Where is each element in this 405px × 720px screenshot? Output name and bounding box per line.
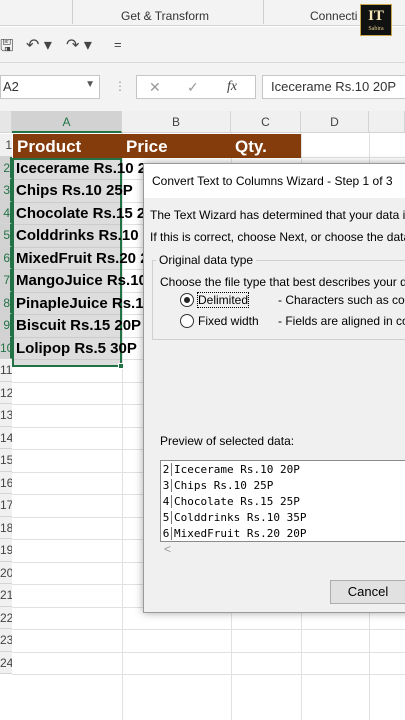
column-header-d[interactable]: D [301, 111, 369, 133]
gridline [12, 629, 405, 630]
preview-line: 6 MixedFruit Rs.20 20P [161, 527, 307, 541]
formula-bar: A2 ▼ ⋮ ✕ ✓ fx Icecerame Rs.10 20P [0, 63, 405, 111]
choose-file-type-label: Choose the file type that best describes… [160, 275, 405, 289]
preview-line-number: 5 [161, 511, 172, 524]
wizard-message-line-1: The Text Wizard has determined that your… [150, 208, 405, 222]
enter-icon[interactable]: ✓ [187, 79, 199, 96]
cell-a3[interactable]: Chips Rs.10 25P [13, 179, 136, 202]
ribbon-separator [72, 0, 73, 24]
row-header[interactable]: 19 [0, 539, 12, 562]
preview-line-number: 3 [161, 479, 172, 492]
gridline [12, 651, 405, 653]
cancel-icon[interactable]: ✕ [149, 79, 161, 96]
undo-button[interactable]: ↶ ▾ [26, 35, 52, 55]
column-header-c[interactable]: C [231, 111, 301, 133]
chevron-down-icon[interactable]: ▼ [85, 79, 95, 90]
ribbon-group-get-transform: Get & Transform [121, 9, 210, 23]
formula-buttons: ✕ ✓ fx [136, 75, 256, 99]
row-header[interactable]: 18 [0, 516, 12, 539]
preview-line: 3 Chips Rs.10 25P [161, 479, 273, 495]
row-header[interactable]: 16 [0, 471, 12, 494]
preview-data-box[interactable]: 2 Icecerame Rs.10 20P 3 Chips Rs.10 25P 4 Cho… [160, 460, 405, 542]
row-header[interactable]: 3 [0, 179, 12, 202]
row-header[interactable]: 12 [0, 381, 12, 404]
fixed-width-label[interactable]: Fixed width [198, 314, 259, 328]
cell-a9[interactable]: Biscuit Rs.15 20P [13, 314, 144, 337]
preview-label: Preview of selected data: [160, 434, 295, 448]
text-to-columns-dialog: Convert Text to Columns Wizard - Step 1 … [143, 163, 405, 613]
excel-window: { "ribbon": { "group_left": "Get & Trans… [0, 0, 405, 720]
preview-line-text: Icecerame Rs.10 20P [174, 463, 300, 476]
redo-button[interactable]: ↷ ▾ [66, 35, 92, 55]
name-box[interactable]: A2 ▼ [0, 75, 100, 99]
scroll-left-icon[interactable]: < [164, 542, 171, 556]
row-header[interactable]: 5 [0, 224, 12, 247]
row-header[interactable]: 11 [0, 359, 12, 382]
quick-access-toolbar: 🖫 ↶ ▾ ↷ ▾ = [0, 27, 405, 63]
preview-line: 4 Chocolate Rs.15 25P [161, 495, 300, 511]
row-header[interactable]: 24 [0, 651, 12, 674]
channel-logo: IT Sabira [360, 4, 392, 36]
fixed-width-radio[interactable] [180, 314, 194, 328]
ribbon: Get & Transform Connecti [0, 0, 405, 26]
preview-line-number: 2 [161, 463, 172, 476]
row-header[interactable]: 15 [0, 449, 12, 472]
row-header[interactable]: 9 [0, 314, 12, 337]
column-header-e[interactable] [369, 111, 405, 133]
customize-qat-icon[interactable]: = [114, 37, 122, 52]
row-header[interactable]: 4 [0, 201, 12, 224]
preview-line-number: 4 [161, 495, 172, 508]
gridline [12, 674, 405, 675]
cell-b1[interactable]: Price [122, 134, 231, 158]
cell-c1[interactable]: Qty. [231, 134, 301, 158]
dialog-titlebar[interactable]: Convert Text to Columns Wizard - Step 1 … [144, 164, 405, 198]
delimited-radio[interactable] [180, 293, 194, 307]
group-title: Original data type [156, 253, 257, 267]
row-header[interactable]: 17 [0, 494, 12, 517]
row-header[interactable]: 7 [0, 269, 12, 292]
ribbon-separator [263, 0, 264, 24]
preview-line-text: MixedFruit Rs.20 20P [174, 527, 307, 540]
insert-function-icon[interactable]: fx [227, 79, 237, 95]
delimited-label[interactable]: Delimited [196, 292, 250, 308]
row-header[interactable]: 14 [0, 426, 12, 449]
row-header[interactable]: 21 [0, 584, 12, 607]
preview-line-text: Chips Rs.10 25P [174, 479, 274, 492]
row-header[interactable]: 23 [0, 629, 12, 652]
formula-input[interactable]: Icecerame Rs.10 20P [262, 75, 405, 99]
row-header[interactable]: 1 [0, 134, 12, 157]
row-header[interactable]: 8 [0, 291, 12, 314]
column-header-b[interactable]: B [122, 111, 231, 133]
cell-a10[interactable]: Lolipop Rs.5 30P [13, 337, 140, 360]
preview-line-text: Colddrinks Rs.10 35P [174, 511, 307, 524]
fill-handle[interactable] [118, 363, 124, 369]
ribbon-group-connections: Connecti [310, 9, 358, 23]
cell-a1[interactable]: Product [13, 134, 122, 158]
row-header[interactable]: 22 [0, 606, 12, 629]
row-header[interactable]: 20 [0, 561, 12, 584]
row-header[interactable]: 2 [0, 156, 12, 179]
preview-horizontal-scrollbar[interactable]: < [160, 542, 405, 558]
save-icon[interactable]: 🖫 [0, 35, 14, 62]
preview-line-number: 6 [161, 527, 172, 540]
column-header-a[interactable]: A [12, 111, 122, 133]
cancel-button[interactable]: Cancel [330, 580, 405, 604]
row-header[interactable]: 10 [0, 336, 12, 359]
fixed-width-description: - Fields are aligned in columns with spa… [278, 314, 405, 328]
more-icon: ⋮ [114, 79, 126, 93]
preview-line: 5 Colddrinks Rs.10 35P [161, 511, 306, 527]
preview-line: 2 Icecerame Rs.10 20P [161, 463, 300, 479]
delimited-description: - Characters such as commas or tabs sepa… [278, 293, 405, 307]
select-all-corner[interactable] [0, 111, 12, 133]
preview-line-text: Chocolate Rs.15 25P [174, 495, 300, 508]
row-header[interactable]: 6 [0, 246, 12, 269]
dialog-title: Convert Text to Columns Wizard - Step 1 … [152, 174, 393, 188]
row-header[interactable]: 13 [0, 404, 12, 427]
wizard-message-line-2: If this is correct, choose Next, or choo… [150, 230, 405, 244]
